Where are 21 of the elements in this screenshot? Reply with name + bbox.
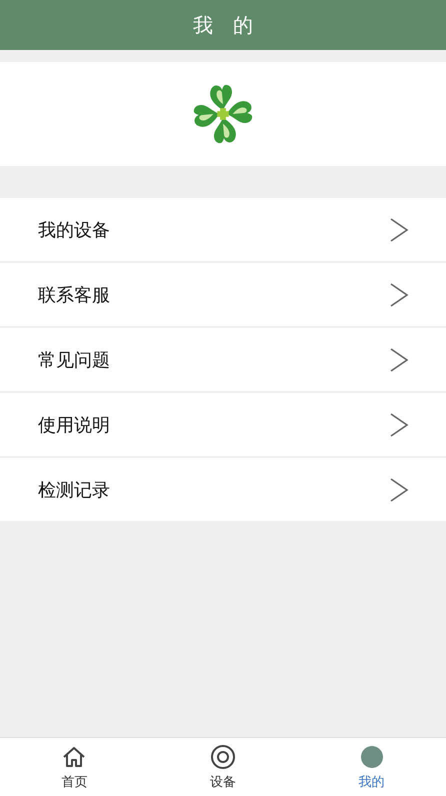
- chevron-right-icon: [388, 412, 410, 438]
- circle-icon: [358, 744, 385, 770]
- menu-label: 我的设备: [38, 218, 110, 242]
- menu-item[interactable]: 联系客服: [0, 263, 446, 326]
- menu-item[interactable]: 检测记录: [0, 458, 446, 521]
- menu-item[interactable]: 常见问题: [0, 328, 446, 391]
- chevron-right-icon: [388, 476, 410, 502]
- chevron-right-icon: [388, 282, 410, 308]
- tab[interactable]: 设备: [148, 738, 298, 796]
- menu-label: 检测记录: [38, 478, 110, 502]
- menu-label: 常见问题: [38, 348, 110, 372]
- menu-label: 使用说明: [38, 414, 110, 436]
- page-title: 我 的: [193, 12, 253, 38]
- chevron-right-icon: [388, 346, 410, 372]
- tab[interactable]: 首页: [0, 738, 149, 796]
- eye-icon: [210, 744, 236, 770]
- tab[interactable]: 我的: [297, 738, 446, 796]
- menu-item[interactable]: 我的设备: [0, 198, 446, 261]
- menu-item[interactable]: 使用说明: [0, 393, 446, 456]
- menu-label: 联系客服: [38, 284, 110, 306]
- chevron-right-icon: [388, 216, 410, 242]
